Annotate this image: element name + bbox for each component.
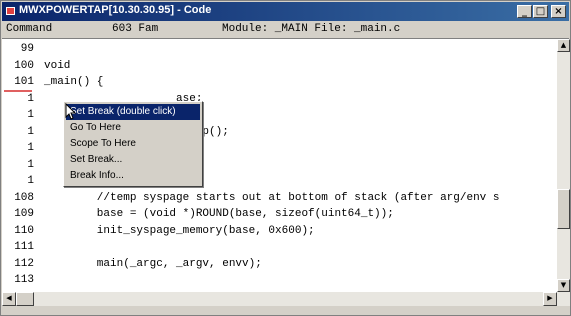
code-line[interactable]: 109 base = (void *)ROUND(base, sizeof(ui… (2, 207, 557, 221)
context-menu: Set Break (double click) Go To Here Scope … (63, 101, 203, 187)
status-bar: Command 603 Fam Module: _MAIN File: _mai… (2, 22, 569, 39)
line-number: 100 (14, 59, 34, 72)
arrow-right-icon[interactable]: ▶ (543, 292, 557, 306)
code-line[interactable]: 100 void (2, 59, 557, 73)
arrow-left-icon[interactable]: ◀ (2, 292, 16, 306)
line-number: 113 (14, 274, 34, 286)
line-number: 111 (14, 241, 34, 253)
line-number: 1 (27, 158, 34, 171)
line-number: 108 (14, 191, 34, 204)
line-number: 101 (14, 76, 34, 88)
maximize-button[interactable]: □ (533, 5, 548, 18)
code-text: base = (void *)ROUND(base, sizeof(uint64… (44, 208, 394, 220)
code-line[interactable]: 112 main(_argc, _argv, envv); (2, 257, 557, 271)
menu-item[interactable]: Go To Here (66, 120, 200, 136)
line-number: 112 (14, 257, 34, 270)
line-number: 1 (27, 175, 34, 187)
arrow-up-icon[interactable]: ▲ (557, 39, 570, 52)
mode-label: Command (6, 23, 53, 35)
line-number: 110 (14, 224, 34, 237)
module-file-label: Module: _MAIN File: _main.c (222, 23, 401, 35)
line-number: 1 (27, 92, 34, 105)
code-line[interactable]: 108 //temp syspage starts out at bottom … (2, 191, 557, 205)
code-line[interactable]: 111 (2, 240, 557, 254)
code-line[interactable]: 101 _main() { (2, 75, 557, 89)
minimize-button[interactable]: _ (517, 5, 532, 18)
code-window: MWXPOWERTAP[10.30.30.95] - Code _ □ × Co… (0, 0, 571, 316)
horizontal-scrollbar[interactable]: ◀ ▶ (2, 292, 570, 306)
code-line[interactable]: 110 init_syspage_memory(base, 0x600); (2, 224, 557, 238)
code-line[interactable]: 113 (2, 273, 557, 287)
close-button[interactable]: × (551, 5, 566, 18)
code-text: //temp syspage starts out at bottom of s… (44, 191, 500, 204)
line-number: 1 (27, 109, 34, 121)
app-icon[interactable] (6, 7, 15, 15)
horizontal-scroll-thumb[interactable] (16, 292, 34, 306)
line-number: 99 (20, 43, 34, 55)
code-text: init_syspage_memory(base, 0x600); (44, 224, 315, 237)
title-bar[interactable]: MWXPOWERTAP[10.30.30.95] - Code _ □ × (2, 2, 569, 21)
code-line[interactable]: 99 (2, 42, 557, 56)
menu-item[interactable]: Scope To Here (66, 136, 200, 152)
menu-item[interactable]: Set Break... (66, 152, 200, 168)
code-text: _main() { (44, 76, 104, 88)
menu-item[interactable]: Set Break (double click) (66, 104, 200, 120)
vertical-scrollbar[interactable]: ▲ ▼ (557, 39, 570, 292)
mouse-pointer-icon (65, 103, 77, 120)
line-number: 109 (14, 208, 34, 220)
line-number: 1 (27, 142, 34, 154)
window-title: MWXPOWERTAP[10.30.30.95] - Code (19, 4, 212, 16)
menu-item[interactable]: Break Info... (66, 168, 200, 184)
line-number: 1 (27, 125, 34, 138)
code-text: main(_argc, _argv, envv); (44, 257, 262, 270)
arrow-down-icon[interactable]: ▼ (557, 279, 570, 292)
vertical-scroll-thumb[interactable] (557, 189, 570, 229)
code-text: void (44, 59, 71, 72)
page-label: 603 Fam (112, 23, 159, 35)
